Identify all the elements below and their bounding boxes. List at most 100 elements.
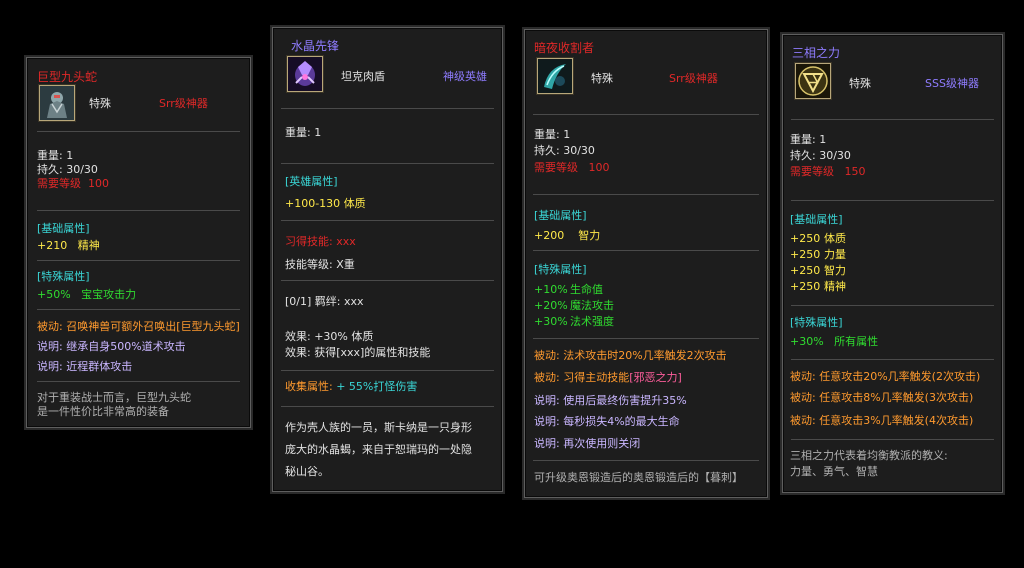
collect-label: 收集属性: (285, 380, 333, 393)
divider (533, 250, 759, 251)
passive-effect: 被动: 任意攻击20%几率触发(2次攻击) (790, 370, 981, 383)
item-tooltip-crystal-vanguard: 水晶先锋 坦克肉盾 神级英雄 重量: 1 [英雄属性] +100-130 体质 … (272, 27, 503, 492)
special-attr-line: +20% 魔法攻击 (534, 298, 614, 314)
special-attr-line: +10% 生命值 (534, 282, 603, 298)
item-tooltip-hydra: 巨型九头蛇 特殊 Srr级神器 重量: 1 持久: 30/30 需要等级 100… (26, 57, 251, 428)
divider (533, 114, 759, 115)
description-line: 秘山谷。 (285, 465, 329, 478)
divider (791, 200, 994, 201)
level-label: 需要等级 (534, 161, 578, 174)
divider (533, 194, 759, 195)
level-label: 需要等级 (790, 165, 834, 178)
passive-effect: 被动: 习得主动技能[邪恶之力] (534, 370, 682, 386)
level-value: 100 (588, 161, 610, 174)
weight-text: 重量: 1 (790, 133, 827, 146)
armored-warrior-icon (39, 85, 75, 121)
skill-level: 技能等级: X重 (285, 258, 355, 271)
attr-value: +250 (790, 248, 821, 261)
base-attr-header: [基础属性] (534, 209, 587, 222)
attr-name: 精神 (77, 239, 100, 252)
passive-effect: 被动: 召唤神兽可额外召唤出[巨型九头蛇] (37, 320, 240, 333)
note-line: 说明: 每秒损失4%的最大生命 (534, 415, 680, 428)
base-attr-line: +250 体质 (790, 231, 846, 247)
attr-name: 体质 (824, 232, 846, 245)
item-type: 特殊 (849, 77, 871, 90)
durability-text: 持久: 30/30 (534, 144, 595, 157)
attr-value: +250 (790, 264, 821, 277)
attr-name: 体质 (343, 197, 366, 210)
effect-line: 效果: +30% 体质 (285, 330, 374, 343)
attr-value: +30% (790, 335, 824, 348)
attr-name: 生命值 (570, 283, 603, 296)
description-line: 力量、勇气、智慧 (790, 465, 878, 478)
base-attr-line: +250 智力 (790, 263, 846, 279)
divider (37, 381, 240, 382)
passive-prefix: 被动: 习得主动技能 (534, 371, 630, 384)
crystal-scorpion-icon (287, 56, 323, 92)
level-value: 100 (88, 177, 109, 190)
passive-effect: 被动: 任意攻击8%几率触发(3次攻击) (790, 391, 974, 404)
attr-name: 力量 (824, 248, 846, 261)
required-level: 需要等级 150 (790, 164, 866, 180)
divider (281, 280, 494, 281)
divider (281, 370, 494, 371)
level-value: 150 (844, 165, 866, 178)
divider (37, 210, 240, 211)
description-line: 是一件性价比非常高的装备 (37, 405, 169, 418)
note-line: 说明: 再次使用则关闭 (534, 437, 641, 450)
attr-name: 宝宝攻击力 (81, 288, 137, 301)
passive-effect: 被动: 法术攻击时20%几率触发2次攻击 (534, 349, 727, 362)
required-level: 需要等级 100 (37, 176, 109, 192)
hero-attr-header: [英雄属性] (285, 175, 338, 188)
description-line: 三相之力代表着均衡教派的教义: (790, 449, 948, 462)
item-type: 特殊 (591, 72, 613, 85)
special-attr-header: [特殊属性] (37, 270, 90, 283)
attr-name: 所有属性 (834, 335, 879, 348)
attr-value: +100-130 (285, 197, 341, 210)
attr-name: 魔法攻击 (570, 299, 614, 312)
required-level: 需要等级 100 (534, 160, 610, 176)
divider (281, 108, 494, 109)
divider (37, 260, 240, 261)
description-line: 作为壳人族的一员，斯卡纳是一只身形 (285, 421, 472, 434)
item-type: 特殊 (89, 97, 111, 110)
attr-value: +200 (534, 229, 565, 242)
weight-text: 重量: 1 (285, 126, 322, 139)
triforce-emblem-icon (795, 63, 831, 99)
attr-value: +30% (534, 315, 568, 328)
hero-attr-line: +100-130 体质 (285, 196, 366, 212)
base-attr-line: +250 力量 (790, 247, 846, 263)
divider (791, 119, 994, 120)
divider (281, 406, 494, 407)
attr-value: +10% (534, 283, 568, 296)
description-line: 庞大的水晶蝎，来自于恕瑞玛的一处隐 (285, 443, 472, 456)
divider (37, 131, 240, 132)
item-tooltip-trinity-force: 三相之力 特殊 SSS级神器 重量: 1 持久: 30/30 需要等级 150 … (782, 34, 1003, 493)
divider (791, 359, 994, 360)
special-attr-line: +30% 所有属性 (790, 334, 878, 350)
durability-value: 30/30 (66, 163, 98, 176)
attr-value: +250 (790, 232, 821, 245)
hero-role: 坦克肉盾 (341, 70, 385, 83)
durability-text: 持久: 30/30 (790, 149, 851, 162)
item-title: 暗夜收割者 (534, 41, 595, 55)
item-grade: Srr级神器 (669, 72, 718, 85)
item-grade: SSS级神器 (925, 77, 979, 90)
collect-attr: 收集属性: + 55%打怪伤害 (285, 379, 417, 395)
hero-grade: 神级英雄 (443, 70, 487, 83)
dark-reaper-icon (537, 58, 573, 94)
base-attr-line: +250 精神 (790, 279, 846, 295)
divider (533, 338, 759, 339)
item-title: 巨型九头蛇 (37, 70, 98, 84)
note-line: 说明: 近程群体攻击 (37, 360, 133, 373)
divider (791, 305, 994, 306)
attr-value: +250 (790, 280, 821, 293)
weight-text: 重量: 1 (534, 128, 571, 141)
passive-skill: [邪恶之力] (629, 371, 682, 384)
base-attr-line: +210 精神 (37, 238, 100, 254)
special-attr-line: +50% 宝宝攻击力 (37, 287, 136, 303)
base-attr-header: [基础属性] (790, 213, 843, 226)
passive-effect: 被动: 任意攻击3%几率触发(4次攻击) (790, 414, 974, 427)
note-line: 说明: 继承自身500%道术攻击 (37, 340, 186, 353)
attr-name: 智力 (578, 229, 601, 242)
